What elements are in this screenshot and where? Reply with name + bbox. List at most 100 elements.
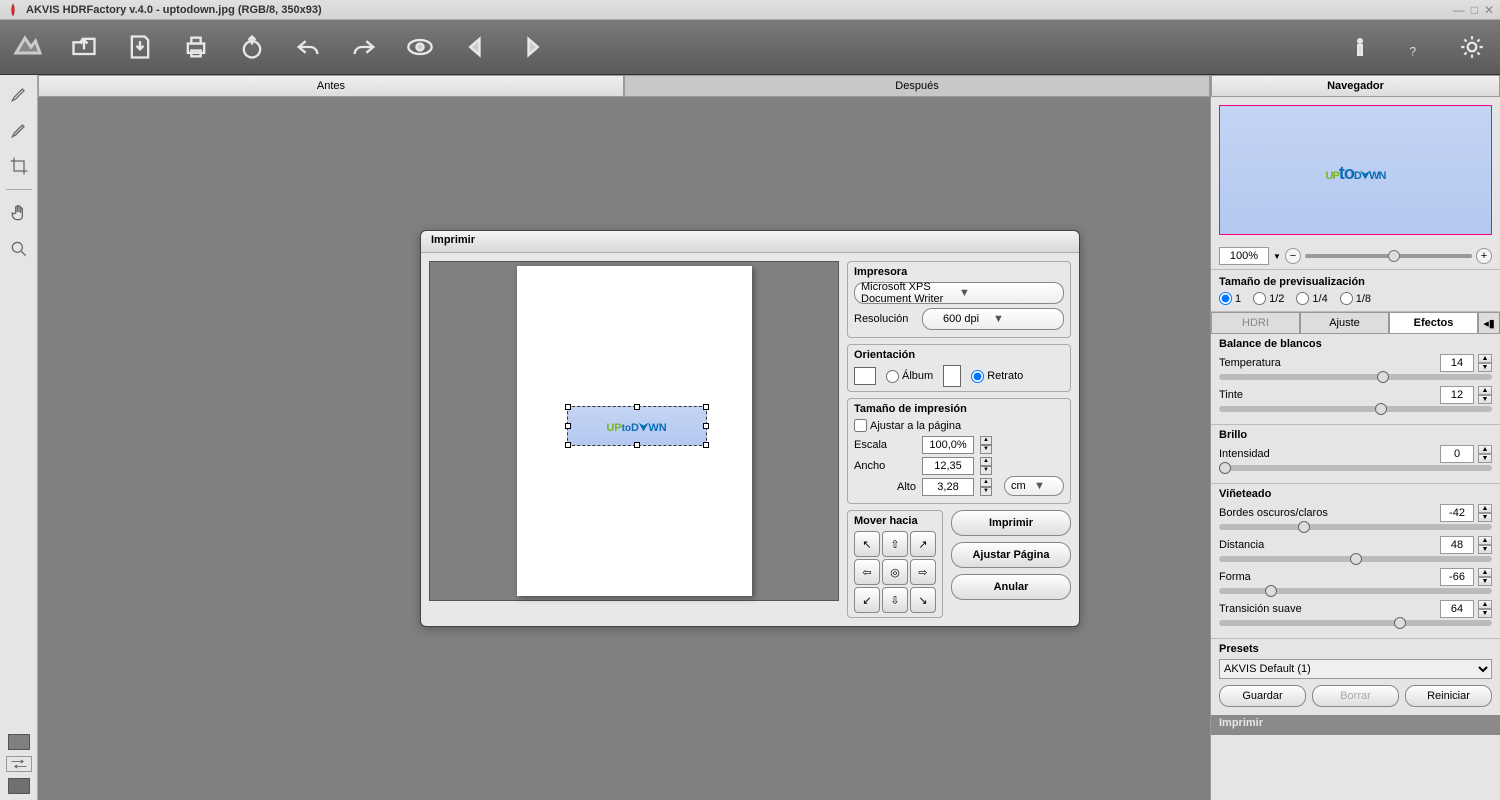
resolution-label: Resolución — [854, 313, 916, 325]
maximize-button[interactable]: □ — [1471, 3, 1478, 17]
move-e-icon[interactable]: ⇨ — [910, 559, 936, 585]
preview-size-quarter[interactable]: 1/4 — [1296, 292, 1327, 305]
tab-after[interactable]: Después — [624, 75, 1210, 97]
expand-icon[interactable]: ◂▮ — [1478, 312, 1500, 334]
subtab-ajuste[interactable]: Ajuste — [1300, 312, 1389, 334]
height-input[interactable] — [922, 478, 974, 496]
orientation-portrait[interactable]: Retrato — [971, 370, 1023, 383]
print-button[interactable]: Imprimir — [951, 510, 1071, 536]
scale-input[interactable] — [922, 436, 974, 454]
print-icon[interactable] — [178, 29, 214, 65]
fit-page-button[interactable]: Ajustar Página — [951, 542, 1071, 568]
preset-delete-button[interactable]: Borrar — [1312, 685, 1399, 707]
preview-size-eighth[interactable]: 1/8 — [1340, 292, 1371, 305]
temperature-slider[interactable] — [1219, 374, 1492, 380]
color-swatch-2[interactable] — [8, 778, 30, 794]
spin-down[interactable]: ▼ — [1478, 363, 1492, 372]
hand-tool-icon[interactable] — [6, 200, 32, 226]
spin-up[interactable]: ▲ — [1478, 504, 1492, 513]
vignette-title: Viñeteado — [1219, 488, 1492, 500]
spin-down[interactable]: ▼ — [1478, 577, 1492, 586]
resolution-select[interactable]: 600 dpi▼ — [922, 308, 1064, 330]
print-bar[interactable]: Imprimir — [1211, 715, 1500, 735]
minimize-button[interactable]: — — [1453, 3, 1465, 17]
move-ne-icon[interactable]: ↗ — [910, 531, 936, 557]
preview-size-half[interactable]: 1/2 — [1253, 292, 1284, 305]
preset-select[interactable]: AKVIS Default (1) — [1219, 659, 1492, 679]
spin-up[interactable]: ▲ — [1478, 600, 1492, 609]
distance-slider[interactable] — [1219, 556, 1492, 562]
zoom-out-icon[interactable]: − — [1285, 248, 1301, 264]
spin-up[interactable]: ▲ — [1478, 536, 1492, 545]
unit-select[interactable]: cm▼ — [1004, 476, 1064, 496]
move-title: Mover hacia — [854, 515, 936, 527]
spin-down[interactable]: ▼ — [1478, 545, 1492, 554]
tab-before[interactable]: Antes — [38, 75, 624, 97]
brush-tool-icon[interactable] — [6, 81, 32, 107]
publish-icon[interactable] — [234, 29, 270, 65]
orientation-album[interactable]: Álbum — [886, 370, 933, 383]
undo-icon[interactable] — [290, 29, 326, 65]
preset-reset-button[interactable]: Reiniciar — [1405, 685, 1492, 707]
transition-input[interactable] — [1440, 600, 1474, 618]
printer-title: Impresora — [854, 266, 1064, 278]
move-se-icon[interactable]: ↘ — [910, 587, 936, 613]
subtab-hdri[interactable]: HDRI — [1211, 312, 1300, 334]
shape-slider[interactable] — [1219, 588, 1492, 594]
move-sw-icon[interactable]: ↙ — [854, 587, 880, 613]
info-icon[interactable] — [1342, 29, 1378, 65]
spin-up[interactable]: ▲ — [1478, 354, 1492, 363]
temperature-input[interactable] — [1440, 354, 1474, 372]
fit-page-checkbox[interactable]: Ajustar a la página — [854, 419, 1064, 432]
subtab-efectos[interactable]: Efectos — [1389, 312, 1478, 334]
next-icon[interactable] — [514, 29, 550, 65]
edges-input[interactable] — [1440, 504, 1474, 522]
spin-down[interactable]: ▼ — [1478, 609, 1492, 618]
spin-down[interactable]: ▼ — [1478, 513, 1492, 522]
tint-input[interactable] — [1440, 386, 1474, 404]
close-button[interactable]: ✕ — [1484, 3, 1494, 17]
print-preview[interactable]: UPtoD⮟WN — [429, 261, 839, 601]
save-icon[interactable] — [122, 29, 158, 65]
preview-size-1[interactable]: 1 — [1219, 292, 1241, 305]
move-nw-icon[interactable]: ↖ — [854, 531, 880, 557]
spin-up[interactable]: ▲ — [1478, 445, 1492, 454]
spin-down[interactable]: ▼ — [1478, 395, 1492, 404]
transition-label: Transición suave — [1219, 603, 1436, 615]
navigator-preview[interactable]: UPtoD⮟WN — [1219, 105, 1492, 235]
move-s-icon[interactable]: ⇩ — [882, 587, 908, 613]
color-swatch[interactable] — [8, 734, 30, 750]
open-icon[interactable] — [66, 29, 102, 65]
prev-icon[interactable] — [458, 29, 494, 65]
settings-icon[interactable] — [1454, 29, 1490, 65]
cancel-button[interactable]: Anular — [951, 574, 1071, 600]
preset-save-button[interactable]: Guardar — [1219, 685, 1306, 707]
width-input[interactable] — [922, 457, 974, 475]
move-w-icon[interactable]: ⇦ — [854, 559, 880, 585]
distance-input[interactable] — [1440, 536, 1474, 554]
spin-up[interactable]: ▲ — [1478, 568, 1492, 577]
zoom-input[interactable] — [1219, 247, 1269, 265]
white-balance-title: Balance de blancos — [1219, 338, 1492, 350]
zoom-slider[interactable] — [1305, 254, 1472, 258]
eraser-tool-icon[interactable] — [6, 117, 32, 143]
move-center-icon[interactable]: ◎ — [882, 559, 908, 585]
edges-slider[interactable] — [1219, 524, 1492, 530]
shape-input[interactable] — [1440, 568, 1474, 586]
help-icon[interactable]: ? — [1398, 29, 1434, 65]
zoom-tool-icon[interactable] — [6, 236, 32, 262]
tint-slider[interactable] — [1219, 406, 1492, 412]
zoom-in-icon[interactable]: + — [1476, 248, 1492, 264]
window-title: AKVIS HDRFactory v.4.0 - uptodown.jpg (R… — [26, 4, 322, 16]
intensity-slider[interactable] — [1219, 465, 1492, 471]
printer-select[interactable]: Microsoft XPS Document Writer▼ — [854, 282, 1064, 304]
spin-up[interactable]: ▲ — [1478, 386, 1492, 395]
transition-slider[interactable] — [1219, 620, 1492, 626]
redo-icon[interactable] — [346, 29, 382, 65]
swap-view-icon[interactable] — [6, 756, 32, 772]
move-n-icon[interactable]: ⇧ — [882, 531, 908, 557]
crop-tool-icon[interactable] — [6, 153, 32, 179]
run-icon[interactable] — [402, 29, 438, 65]
intensity-input[interactable] — [1440, 445, 1474, 463]
spin-down[interactable]: ▼ — [1478, 454, 1492, 463]
